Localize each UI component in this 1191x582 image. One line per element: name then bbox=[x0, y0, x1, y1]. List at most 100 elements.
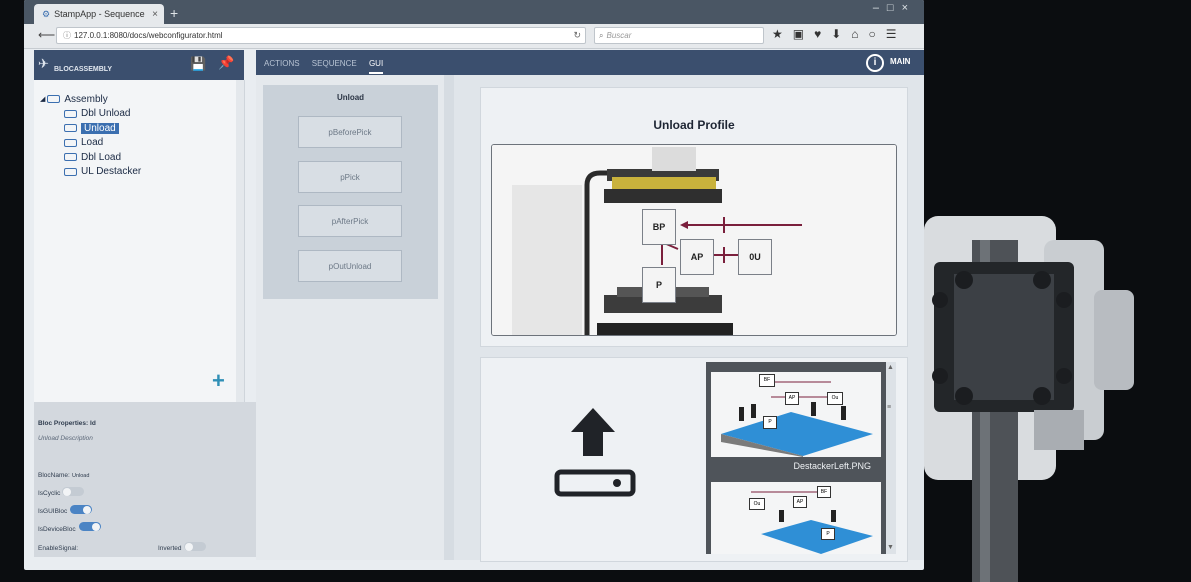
pafterpick-button[interactable]: pAfterPick bbox=[298, 205, 402, 237]
bloc-tree-panel: ◢ Assembly Dbl Unload Unload Load Dbl Lo… bbox=[34, 80, 245, 402]
reload-icon[interactable]: ↻ bbox=[573, 30, 581, 41]
toolbar-icons[interactable]: ★▣♥⬇⌂○☰ bbox=[772, 27, 907, 41]
tab-favicon-icon: ⚙ bbox=[42, 8, 51, 19]
actions-title: Unload bbox=[336, 93, 365, 102]
thumb-box: Ou bbox=[827, 392, 843, 405]
address-bar[interactable]: ⓘ 127.0.0.1:8080/docs/webconfigurator.ht… bbox=[56, 27, 586, 44]
bloc-properties-panel: Bloc Properties: Id Unload Description B… bbox=[34, 402, 256, 557]
thumb-box: P bbox=[821, 528, 835, 540]
iscyclic-toggle[interactable] bbox=[62, 487, 84, 496]
add-bloc-button[interactable]: + bbox=[212, 368, 225, 394]
tree-node-label: Assembly bbox=[64, 93, 108, 105]
thumb-box: AP bbox=[785, 392, 799, 405]
scroll-down-icon[interactable]: ▼ bbox=[887, 544, 894, 551]
bloc-icon bbox=[64, 153, 77, 162]
search-icon: ⌕ bbox=[599, 30, 604, 40]
tree-node-label: UL Destacker bbox=[81, 166, 142, 178]
tree-node-load[interactable]: Load bbox=[40, 136, 141, 151]
tree-node-label-selected: Unload bbox=[81, 122, 119, 134]
diagram-box-p: P bbox=[642, 267, 676, 303]
panel-divider[interactable] bbox=[444, 75, 454, 560]
tree-scrollbar[interactable] bbox=[236, 80, 244, 402]
back-arrow-icon[interactable]: ⟵ bbox=[38, 28, 55, 42]
upload-icon[interactable] bbox=[553, 408, 643, 508]
bloc-icon bbox=[64, 167, 77, 176]
close-tab-icon[interactable]: × bbox=[152, 9, 158, 20]
thumbnail-diagram bbox=[721, 381, 873, 457]
blocname-label: BlocName: bbox=[38, 472, 70, 479]
tree-node-label: Dbl Unload bbox=[81, 108, 131, 120]
iscyclic-label: IsCyclic bbox=[38, 490, 61, 497]
browser-tabstrip: ⚙ StampApp - Sequence × + –□× bbox=[24, 0, 924, 24]
main-button[interactable]: MAIN bbox=[890, 57, 910, 66]
thumbnail-second[interactable]: BF AP Ou P bbox=[711, 482, 881, 554]
browser-tab[interactable]: ⚙ StampApp - Sequence × bbox=[34, 4, 164, 24]
main-header: ACTIONS SEQUENCE GUI i MAIN bbox=[256, 50, 924, 75]
scroll-up-icon[interactable]: ▲ bbox=[887, 364, 894, 371]
search-placeholder: Buscar bbox=[606, 31, 632, 40]
isdevicebloc-label: IsDeviceBloc bbox=[38, 526, 76, 533]
thumbnail-diagram bbox=[751, 491, 873, 554]
search-input[interactable]: ⌕ Buscar bbox=[594, 27, 764, 44]
tree-node-label: Dbl Load bbox=[81, 151, 122, 163]
window-controls[interactable]: –□× bbox=[873, 2, 916, 14]
thumb-box: BF bbox=[759, 374, 775, 387]
save-icon[interactable]: 💾 bbox=[190, 56, 206, 72]
tree-node-ul-destacker[interactable]: UL Destacker bbox=[40, 165, 141, 180]
enablesignal-label: EnableSignal: bbox=[38, 545, 79, 552]
bloc-properties-label: Bloc Properties: Id bbox=[38, 420, 96, 427]
image-thumbnail-list: BF AP Ou P DestackerLeft.PNG BF AP Ou P bbox=[706, 362, 886, 554]
poutunload-button[interactable]: pOutUnload bbox=[298, 250, 402, 282]
diagram-box-ap: AP bbox=[680, 239, 714, 275]
info-icon: ⓘ bbox=[63, 31, 71, 40]
tree-node-root[interactable]: ◢ Assembly bbox=[40, 92, 141, 107]
bloc-icon bbox=[47, 95, 61, 104]
thumbnail-label: DestackerLeft.PNG bbox=[711, 457, 881, 475]
caret-down-icon[interactable]: ◢ bbox=[40, 95, 45, 103]
tab-sequence[interactable]: SEQUENCE bbox=[312, 59, 357, 68]
isguibloc-toggle[interactable] bbox=[70, 505, 92, 514]
robot-hardware-photo bbox=[924, 210, 1191, 582]
thumb-box: Ou bbox=[749, 498, 765, 510]
isdevicebloc-toggle[interactable] bbox=[79, 522, 101, 531]
bloc-header: ✈ BLOCASSEMBLY 💾 📌 bbox=[34, 50, 244, 80]
app-tabs: ACTIONS SEQUENCE GUI bbox=[264, 59, 393, 74]
scroll-thumb[interactable]: ≡ bbox=[887, 404, 891, 411]
blocname-value[interactable]: Unload bbox=[72, 473, 89, 479]
thumb-box: BF bbox=[817, 486, 831, 498]
inverted-label: Inverted bbox=[158, 545, 182, 552]
bloc-icon bbox=[64, 124, 77, 133]
diagram-box-ou: 0U bbox=[738, 239, 772, 275]
pin-icon[interactable]: 📌 bbox=[218, 55, 234, 71]
browser-navbar: ⟵ ⓘ 127.0.0.1:8080/docs/webconfigurator.… bbox=[24, 24, 924, 49]
new-tab-icon[interactable]: + bbox=[170, 5, 178, 21]
robot-arm-icon: ✈ bbox=[38, 56, 49, 71]
thumb-box: P bbox=[763, 416, 777, 429]
pbeforepick-button[interactable]: pBeforePick bbox=[298, 116, 402, 148]
info-circle-icon[interactable]: i bbox=[866, 54, 884, 72]
bloc-description: Unload Description bbox=[38, 435, 93, 442]
unload-actions-box: Unload pBeforePick pPick pAfterPick pOut… bbox=[263, 85, 438, 299]
actions-panel: Unload pBeforePick pPick pAfterPick pOut… bbox=[256, 75, 452, 560]
ppick-button[interactable]: pPick bbox=[298, 161, 402, 193]
monitor-screen: ⚙ StampApp - Sequence × + –□× ⟵ ⓘ 127.0.… bbox=[24, 0, 924, 570]
tree-node-dbl-unload[interactable]: Dbl Unload bbox=[40, 107, 141, 122]
tree-node-unload[interactable]: Unload bbox=[40, 121, 141, 136]
bloc-icon bbox=[64, 109, 77, 118]
thumb-box: AP bbox=[793, 496, 807, 508]
bloc-title: BLOCASSEMBLY bbox=[54, 66, 113, 73]
bloc-icon bbox=[64, 138, 77, 147]
thumbnail-destacker-left[interactable]: BF AP Ou P DestackerLeft.PNG bbox=[711, 372, 881, 475]
tree-node-dbl-load[interactable]: Dbl Load bbox=[40, 150, 141, 165]
tab-actions[interactable]: ACTIONS bbox=[264, 59, 300, 68]
unload-profile-diagram: BP AP 0U P bbox=[491, 144, 897, 336]
diagram-box-bp: BP bbox=[642, 209, 676, 245]
profile-title: Unload Profile bbox=[653, 118, 735, 132]
thumbnail-scrollbar[interactable]: ▲ ≡ ▼ bbox=[886, 362, 896, 554]
tree-node-label: Load bbox=[81, 137, 104, 149]
tab-gui[interactable]: GUI bbox=[368, 59, 384, 74]
inverted-toggle[interactable] bbox=[184, 542, 206, 551]
tab-title: StampApp - Sequence bbox=[54, 9, 145, 19]
isguibloc-label: IsGUIBloc bbox=[38, 508, 68, 515]
bloc-tree: ◢ Assembly Dbl Unload Unload Load Dbl Lo… bbox=[40, 92, 141, 179]
